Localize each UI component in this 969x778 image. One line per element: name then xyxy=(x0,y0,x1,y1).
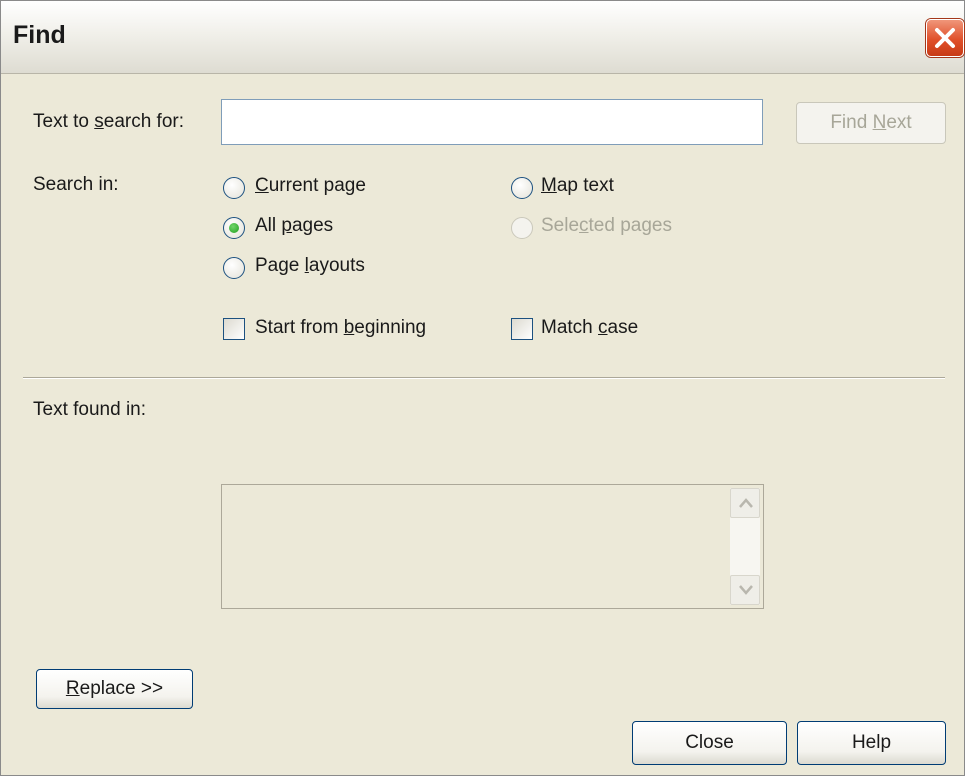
replace-button[interactable]: Replace >> xyxy=(36,669,193,709)
all-pages-radio[interactable] xyxy=(223,217,245,239)
start-from-beginning-checkbox[interactable] xyxy=(223,318,245,340)
scroll-up-arrow-icon xyxy=(739,498,753,508)
close-button[interactable]: Close xyxy=(632,721,787,765)
page-layouts-label[interactable]: Page layouts xyxy=(255,255,365,277)
current-page-label[interactable]: Current page xyxy=(255,175,366,197)
scroll-up-button[interactable] xyxy=(730,488,760,518)
text-found-in-label: Text found in: xyxy=(33,399,147,420)
close-window-button[interactable] xyxy=(926,19,964,57)
divider xyxy=(23,377,945,379)
scroll-down-button[interactable] xyxy=(730,575,760,605)
find-next-button[interactable]: Find Next xyxy=(796,102,946,144)
start-from-beginning-label[interactable]: Start from beginning xyxy=(255,317,426,339)
match-case-label[interactable]: Match case xyxy=(541,317,638,339)
results-list[interactable] xyxy=(221,484,764,609)
results-scrollbar[interactable] xyxy=(730,488,760,605)
window-title: Find xyxy=(13,21,66,49)
title-bar[interactable]: Find xyxy=(1,1,964,74)
current-page-radio[interactable] xyxy=(223,177,245,199)
selected-pages-radio[interactable] xyxy=(511,217,533,239)
all-pages-label[interactable]: All pages xyxy=(255,215,333,237)
search-label: Text to search for: xyxy=(33,111,185,132)
find-dialog: Find Text to search for: Find Next Searc… xyxy=(0,0,965,776)
help-button[interactable]: Help xyxy=(797,721,946,765)
search-input[interactable] xyxy=(221,99,763,145)
close-icon xyxy=(935,28,955,48)
map-text-label[interactable]: Map text xyxy=(541,175,614,197)
page-layouts-radio[interactable] xyxy=(223,257,245,279)
radio-selected-dot xyxy=(229,223,239,233)
selected-pages-label[interactable]: Selected pages xyxy=(541,215,672,237)
search-in-label: Search in: xyxy=(33,174,119,195)
map-text-radio[interactable] xyxy=(511,177,533,199)
scroll-down-arrow-icon xyxy=(739,585,753,595)
match-case-checkbox[interactable] xyxy=(511,318,533,340)
